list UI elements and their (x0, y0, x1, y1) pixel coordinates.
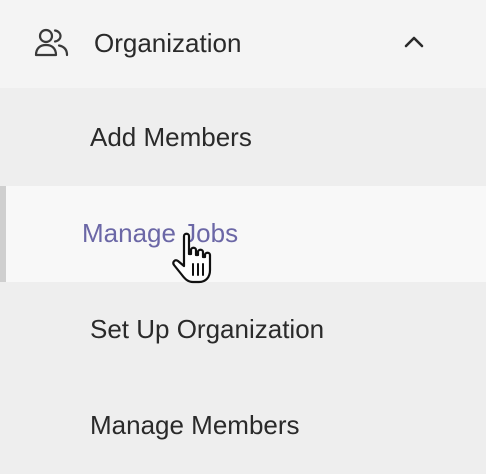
submenu-item-set-up-organization[interactable]: Set Up Organization (0, 282, 486, 378)
section-title: Organization (94, 28, 242, 58)
chevron-up-icon[interactable] (401, 33, 427, 51)
organization-submenu: Add Members Manage Jobs Set Up Organizat… (0, 90, 486, 456)
submenu-item-label: Manage Members (90, 410, 300, 440)
submenu-item-label: Add Members (90, 122, 252, 152)
submenu-item-manage-jobs[interactable]: Manage Jobs (0, 186, 486, 282)
submenu-item-manage-members[interactable]: Manage Members (0, 378, 486, 474)
active-indicator (0, 186, 6, 282)
submenu-item-label: Set Up Organization (90, 314, 325, 344)
submenu-item-add-members[interactable]: Add Members (0, 90, 486, 186)
section-header-organization[interactable]: Organization (0, 0, 486, 88)
submenu-item-label: Manage Jobs (82, 218, 239, 248)
people-icon (34, 28, 69, 57)
